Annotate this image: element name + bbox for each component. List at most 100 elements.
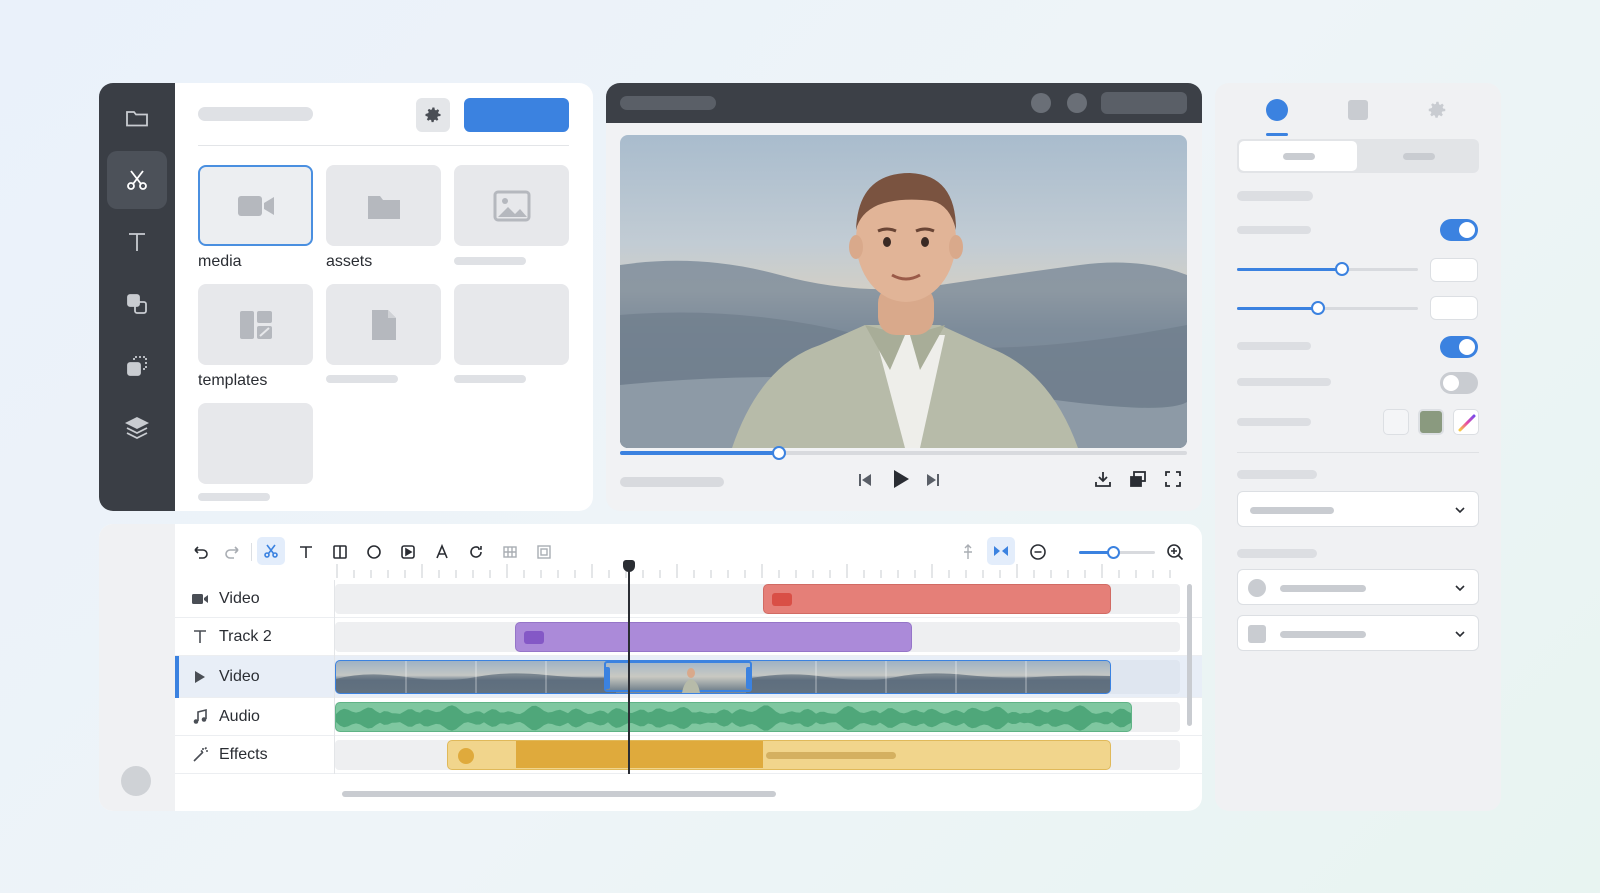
zoom-in-button[interactable]	[1163, 540, 1187, 564]
fullscreen-icon	[1165, 471, 1181, 487]
zoom-out-icon	[1030, 544, 1046, 560]
effect-label-placeholder	[766, 752, 896, 759]
export-button[interactable]	[1093, 469, 1113, 489]
media-panel: media assets templates	[175, 83, 593, 511]
slider-value-input[interactable]	[1430, 258, 1478, 282]
toggle-switch[interactable]	[1440, 372, 1478, 394]
segment-option[interactable]	[1359, 141, 1477, 171]
dropdown-select[interactable]	[1237, 615, 1479, 651]
split-button[interactable]	[257, 537, 285, 565]
track-lane[interactable]	[335, 622, 1180, 652]
zoom-slider-handle[interactable]	[1107, 546, 1121, 559]
folder-icon[interactable]	[107, 89, 167, 147]
dropdown-value-placeholder	[1250, 507, 1334, 514]
setting-label-placeholder	[1237, 378, 1331, 386]
layout-button[interactable]	[328, 540, 352, 564]
loop-button[interactable]	[464, 540, 488, 564]
progress-track[interactable]	[620, 446, 1187, 460]
slider[interactable]	[1237, 262, 1418, 276]
track-lane[interactable]	[335, 660, 1180, 694]
snap-button[interactable]	[956, 540, 980, 564]
text-tool-button[interactable]	[294, 540, 318, 564]
grid-button[interactable]	[498, 540, 522, 564]
dropdown-select[interactable]	[1237, 491, 1479, 527]
track-header[interactable]: Audio	[175, 698, 335, 736]
toggle-switch[interactable]	[1440, 336, 1478, 358]
dot-button[interactable]	[1067, 93, 1087, 113]
progress-handle[interactable]	[771, 446, 786, 460]
shape-button[interactable]	[362, 540, 386, 564]
undo-button[interactable]	[188, 540, 212, 564]
selected-clip-segment[interactable]	[604, 661, 752, 693]
scissors-icon[interactable]	[107, 151, 167, 209]
slider[interactable]	[1237, 301, 1418, 315]
effect-active-segment[interactable]	[516, 741, 763, 768]
dot-button[interactable]	[1031, 93, 1051, 113]
color-picker-button[interactable]	[1453, 409, 1479, 435]
media-button[interactable]	[396, 540, 420, 564]
effects-clip[interactable]	[447, 740, 1111, 770]
header-action-button[interactable]	[1101, 92, 1187, 114]
tab-circle-icon[interactable]	[1266, 99, 1288, 121]
empty-tile[interactable]	[454, 284, 569, 365]
track-header[interactable]: Effects	[175, 736, 335, 774]
image-tile[interactable]	[454, 165, 569, 246]
tab-settings[interactable]	[1426, 99, 1448, 121]
track-lane[interactable]	[335, 740, 1180, 770]
time-ruler[interactable]	[335, 562, 1188, 580]
media-tile[interactable]	[198, 165, 313, 246]
play-button[interactable]	[889, 468, 911, 490]
slider-value-input[interactable]	[1430, 296, 1478, 320]
playhead[interactable]	[623, 560, 635, 774]
track-header[interactable]: Video	[175, 580, 335, 618]
shapes-icon[interactable]	[107, 275, 167, 333]
tile-label-placeholder	[326, 375, 398, 383]
redo-button[interactable]	[221, 540, 245, 564]
tab-square-icon[interactable]	[1348, 100, 1368, 120]
zoom-slider[interactable]	[1079, 546, 1155, 559]
templates-tile[interactable]	[198, 284, 313, 365]
track-lane[interactable]	[335, 702, 1180, 732]
settings-button[interactable]	[416, 98, 450, 132]
magnet-icon	[964, 544, 972, 559]
video-clip[interactable]	[763, 584, 1111, 614]
primary-button[interactable]	[464, 98, 569, 132]
fit-button[interactable]	[987, 537, 1015, 565]
vertical-scrollbar[interactable]	[1187, 584, 1192, 726]
layers-icon[interactable]	[107, 399, 167, 457]
fullscreen-button[interactable]	[1163, 469, 1183, 489]
slider-handle[interactable]	[1334, 262, 1349, 276]
text-icon	[194, 630, 206, 643]
assets-tile[interactable]	[326, 165, 441, 246]
toggle-switch[interactable]	[1440, 219, 1478, 241]
track-lane[interactable]	[335, 584, 1180, 614]
track-row: Effects	[175, 736, 1202, 774]
skip-back-button[interactable]	[856, 471, 874, 489]
document-tile[interactable]	[326, 284, 441, 365]
play-icon	[894, 470, 909, 488]
avatar[interactable]	[121, 766, 151, 796]
font-button[interactable]	[430, 540, 454, 564]
frame-button[interactable]	[532, 540, 556, 564]
empty-tile[interactable]	[198, 403, 313, 484]
horizontal-scrollbar[interactable]	[342, 791, 776, 797]
track-header[interactable]: Track 2	[175, 618, 335, 656]
pip-button[interactable]	[1128, 469, 1148, 489]
text-clip[interactable]	[515, 622, 912, 652]
gear-icon	[425, 107, 441, 123]
color-swatch-green[interactable]	[1418, 409, 1444, 435]
transitions-icon[interactable]	[107, 337, 167, 395]
track-header[interactable]: Video	[175, 656, 335, 698]
zoom-out-button[interactable]	[1026, 540, 1050, 564]
video-clip-filmstrip[interactable]	[335, 660, 1111, 694]
skip-forward-button[interactable]	[924, 471, 942, 489]
section-heading-placeholder	[1237, 549, 1317, 558]
audio-clip[interactable]	[335, 702, 1132, 732]
video-canvas[interactable]	[620, 135, 1187, 448]
color-swatch-light[interactable]	[1383, 409, 1409, 435]
slider-handle[interactable]	[1311, 301, 1326, 315]
text-icon[interactable]	[107, 213, 167, 271]
playhead-handle[interactable]	[623, 560, 635, 572]
segment-option-active[interactable]	[1239, 141, 1357, 171]
dropdown-select[interactable]	[1237, 569, 1479, 605]
